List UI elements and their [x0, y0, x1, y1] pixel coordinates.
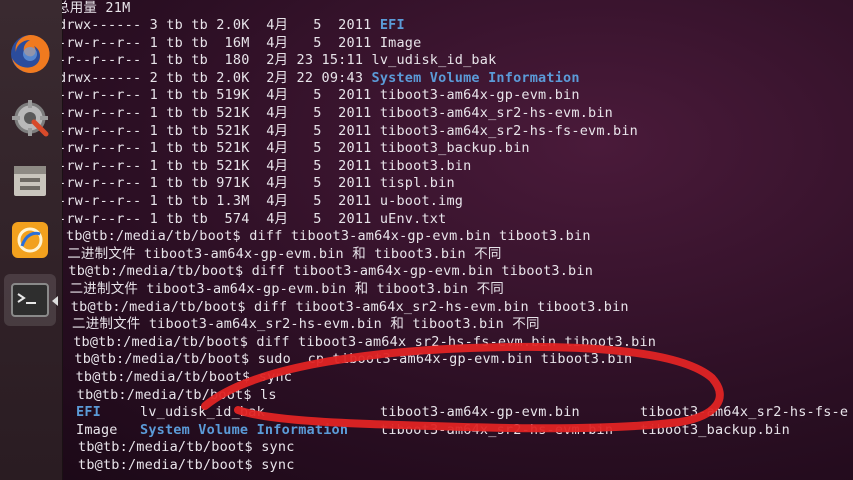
image-viewer-icon: [12, 222, 48, 258]
file-meta: -rw-r--r-- 1 tb tb 521K 4月 5 2011: [62, 122, 380, 139]
listing-row: -rw-r--r-- 1 tb tb 521K 4月 5 2011 tiboot…: [62, 123, 638, 141]
listing-row: -rw-r--r-- 1 tb tb 16M 4月 5 2011 Image: [62, 35, 421, 53]
terminal-window[interactable]: 总用量 21M drwx------ 3 tb tb 2.0K 4月 5 201…: [62, 0, 853, 480]
listing-row: -rw-r--r-- 1 tb tb 519K 4月 5 2011 tiboot…: [62, 87, 580, 105]
active-indicator: [52, 296, 58, 306]
file-meta: -r--r--r-- 1 tb tb 180 2月 23 15:11: [62, 52, 372, 69]
file-name: tiboot3.bin: [379, 157, 472, 174]
file-name: tiboot3-am64x-gp-evm.bin: [379, 87, 580, 104]
system-settings-icon: [12, 100, 49, 137]
launcher-sidebar: [0, 0, 63, 480]
ls-entry: lv_udisk_id_bak: [140, 404, 265, 421]
file-meta: -rw-r--r-- 1 tb tb 521K 4月 5 2011: [62, 105, 380, 121]
file-name: Image: [379, 34, 422, 51]
directory-name: System Volume Information: [371, 69, 580, 86]
session-line: 二进制文件 tiboot3-am64x_sr2-hs-evm.bin 和 tib…: [72, 316, 540, 333]
firefox-icon: [11, 34, 50, 73]
launcher-item-settings[interactable]: [4, 92, 56, 144]
session-line: tb@tb:/media/tb/boot$ diff tiboot3-am64x…: [73, 333, 657, 350]
listing-row: -rw-r--r-- 1 tb tb 521K 4月 5 2011 tiboot…: [62, 105, 613, 123]
file-name: tiboot3-am64x_sr2-hs-evm.bin: [379, 105, 614, 121]
total-line: 总用量 21M: [62, 0, 131, 16]
file-name: uEnv.txt: [379, 210, 447, 227]
ls-entry: tiboot3_backup.bin: [640, 421, 790, 438]
listing-row: drwx------ 2 tb tb 2.0K 2月 22 09:43 Syst…: [62, 70, 580, 88]
directory-name: EFI: [379, 17, 405, 33]
session-line: tb@tb:/media/tb/boot$ sudo cp tiboot3-am…: [74, 351, 633, 368]
listing-row: drwx------ 3 tb tb 2.0K 4月 5 2011 EFI: [62, 17, 405, 35]
ls-entry: tiboot3-am64x_sr2-hs-fs-e: [640, 404, 849, 421]
file-name: tiboot3_backup.bin: [379, 140, 530, 157]
session-line: tb@tb:/media/tb/boot$ diff tiboot3-am64x…: [68, 263, 594, 280]
file-name: lv_udisk_id_bak: [371, 52, 497, 69]
listing-row: -rw-r--r-- 1 tb tb 521K 4月 5 2011 tiboot…: [62, 140, 530, 158]
file-meta: -rw-r--r-- 1 tb tb 519K 4月 5 2011: [62, 87, 380, 104]
session-line: tb@tb:/media/tb/boot$ diff tiboot3-am64x…: [70, 298, 629, 315]
file-name: tiboot3-am64x_sr2-hs-fs-evm.bin: [379, 122, 638, 139]
file-name: u-boot.img: [379, 193, 464, 209]
file-meta: -rw-r--r-- 1 tb tb 971K 4月 5 2011: [62, 175, 380, 192]
launcher-item-terminal[interactable]: [4, 274, 58, 326]
session-line: tb@tb:/media/tb/boot$ diff tiboot3-am64x…: [66, 228, 591, 245]
session-line: 二进制文件 tiboot3-am64x-gp-evm.bin 和 tiboot3…: [67, 245, 502, 262]
session-line: tb@tb:/media/tb/boot$ sync: [75, 369, 293, 385]
terminal-icon: [11, 283, 49, 317]
file-meta: drwx------ 2 tb tb 2.0K 2月 22 09:43: [62, 69, 372, 86]
ls-entry: System Volume Information: [140, 421, 349, 438]
listing-row: -rw-r--r-- 1 tb tb 1.3M 4月 5 2011 u-boot…: [62, 193, 463, 211]
files-icon: [14, 166, 46, 196]
ls-entry: EFI: [76, 404, 101, 421]
file-meta: -rw-r--r-- 1 tb tb 574 4月 5 2011: [62, 210, 380, 227]
file-meta: -rw-r--r-- 1 tb tb 1.3M 4月 5 2011: [62, 193, 380, 209]
session-line: 二进制文件 tiboot3-am64x-gp-evm.bin 和 tiboot3…: [69, 281, 504, 297]
ls-entry: Image: [76, 421, 118, 438]
launcher-item-firefox[interactable]: [4, 28, 56, 80]
session-line: tb@tb:/media/tb/boot$ ls: [76, 386, 277, 403]
listing-row: -r--r--r-- 1 tb tb 180 2月 23 15:11 lv_ud…: [62, 52, 496, 70]
file-meta: -rw-r--r-- 1 tb tb 16M 4月 5 2011: [62, 34, 380, 51]
file-name: tispl.bin: [379, 175, 455, 192]
listing-row: -rw-r--r-- 1 tb tb 574 4月 5 2011 uEnv.tx…: [62, 211, 446, 229]
file-meta: drwx------ 3 tb tb 2.0K 4月 5 2011: [62, 17, 380, 33]
launcher-item-files[interactable]: [4, 154, 56, 206]
ls-entry: tiboot3-am64x-gp-evm.bin: [380, 404, 580, 421]
file-meta: -rw-r--r-- 1 tb tb 521K 4月 5 2011: [62, 140, 380, 157]
listing-row: -rw-r--r-- 1 tb tb 521K 4月 5 2011 tiboot…: [62, 158, 471, 176]
listing-row: -rw-r--r-- 1 tb tb 971K 4月 5 2011 tispl.…: [62, 175, 455, 193]
ls-entry: tiboot3-am64x_sr2-hs-evm.bin: [380, 421, 614, 438]
file-meta: -rw-r--r-- 1 tb tb 521K 4月 5 2011: [62, 157, 380, 174]
tail-line: tb@tb:/media/tb/boot$ sync: [78, 457, 295, 473]
launcher-item-image-viewer[interactable]: [4, 214, 56, 266]
tail-line: tb@tb:/media/tb/boot$ sync: [78, 439, 295, 456]
